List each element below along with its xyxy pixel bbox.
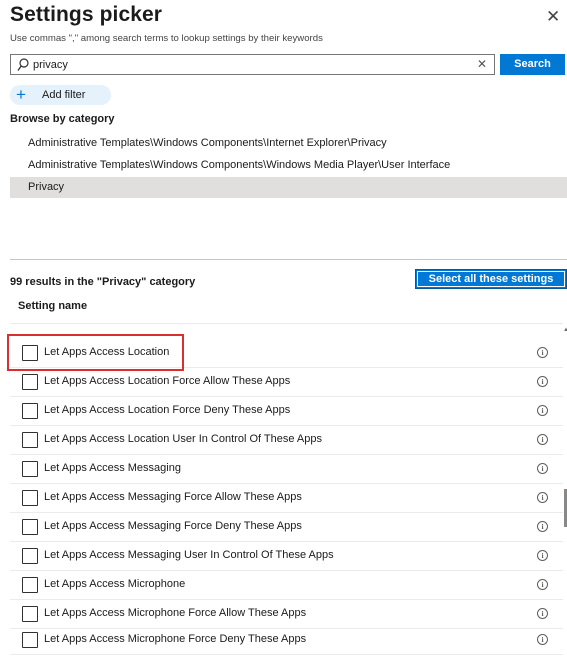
table-row: Let Apps Access Microphone Force Deny Th… bbox=[10, 626, 563, 655]
row-checkbox[interactable] bbox=[22, 461, 38, 477]
setting-name: Let Apps Access Location Force Deny Thes… bbox=[44, 404, 291, 416]
info-icon[interactable]: i bbox=[537, 463, 548, 474]
column-header-setting-name[interactable]: Setting name bbox=[18, 300, 87, 312]
setting-name: Let Apps Access Messaging User In Contro… bbox=[44, 549, 334, 561]
row-checkbox[interactable] bbox=[22, 548, 38, 564]
info-icon[interactable]: i bbox=[537, 405, 548, 416]
setting-name: Let Apps Access Location User In Control… bbox=[44, 433, 323, 445]
row-checkbox[interactable] bbox=[22, 403, 38, 419]
category-item[interactable]: Administrative Templates\Windows Compone… bbox=[10, 133, 567, 154]
setting-name: Let Apps Access Messaging Force Deny The… bbox=[44, 520, 302, 532]
highlight-callout bbox=[7, 334, 184, 371]
row-checkbox[interactable] bbox=[22, 606, 38, 622]
search-box[interactable]: ✕ bbox=[10, 54, 495, 75]
info-icon[interactable]: i bbox=[537, 579, 548, 590]
close-icon[interactable]: ✕ bbox=[546, 8, 560, 25]
category-item[interactable]: Administrative Templates\Windows Compone… bbox=[10, 155, 567, 176]
table-row: Let Apps Access Messaging Force Deny The… bbox=[10, 513, 563, 542]
setting-name: Let Apps Access Microphone Force Deny Th… bbox=[44, 633, 307, 645]
row-checkbox[interactable] bbox=[22, 432, 38, 448]
search-button[interactable]: Search bbox=[500, 54, 565, 75]
results-summary: 99 results in the "Privacy" category bbox=[10, 276, 196, 288]
setting-name: Let Apps Access Messaging bbox=[44, 462, 181, 474]
page-subtitle: Use commas "," among search terms to loo… bbox=[10, 33, 323, 44]
add-filter-button[interactable]: + Add filter bbox=[10, 85, 111, 105]
info-icon[interactable]: i bbox=[537, 521, 548, 532]
scrollbar[interactable]: ▲ bbox=[563, 323, 567, 656]
category-item-selected[interactable]: Privacy bbox=[10, 177, 567, 198]
row-checkbox[interactable] bbox=[22, 374, 38, 390]
setting-name: Let Apps Access Location Force Allow The… bbox=[44, 375, 291, 387]
info-icon[interactable]: i bbox=[537, 492, 548, 503]
info-icon[interactable]: i bbox=[537, 634, 548, 645]
search-icon bbox=[17, 58, 29, 71]
table-row: Let Apps Access Location Force Allow The… bbox=[10, 368, 563, 397]
add-filter-label: Add filter bbox=[42, 89, 86, 101]
info-icon[interactable]: i bbox=[537, 550, 548, 561]
table-row: Let Apps Access Microphone i bbox=[10, 571, 563, 600]
info-icon[interactable]: i bbox=[537, 608, 548, 619]
header-separator bbox=[10, 323, 563, 324]
row-checkbox[interactable] bbox=[22, 577, 38, 593]
clear-icon[interactable]: ✕ bbox=[477, 58, 487, 70]
table-row: Let Apps Access Location Force Deny Thes… bbox=[10, 397, 563, 426]
row-checkbox[interactable] bbox=[22, 490, 38, 506]
plus-icon: + bbox=[16, 85, 26, 104]
setting-name: Let Apps Access Messaging Force Allow Th… bbox=[44, 491, 302, 503]
row-checkbox[interactable] bbox=[22, 519, 38, 535]
search-input[interactable] bbox=[33, 56, 473, 73]
info-icon[interactable]: i bbox=[537, 434, 548, 445]
setting-name: Let Apps Access Microphone bbox=[44, 578, 186, 590]
table-row: Let Apps Access Microphone Force Allow T… bbox=[10, 600, 563, 629]
browse-heading: Browse by category bbox=[10, 113, 115, 125]
table-row: Let Apps Access Messaging i bbox=[10, 455, 563, 484]
divider bbox=[10, 259, 567, 260]
select-all-button[interactable]: Select all these settings bbox=[415, 269, 567, 289]
row-checkbox[interactable] bbox=[22, 632, 38, 648]
table-row: Let Apps Access Messaging User In Contro… bbox=[10, 542, 563, 571]
table-row: Let Apps Access Location User In Control… bbox=[10, 426, 563, 455]
info-icon[interactable]: i bbox=[537, 347, 548, 358]
setting-name: Let Apps Access Microphone Force Allow T… bbox=[44, 607, 307, 619]
scroll-up-icon[interactable]: ▲ bbox=[563, 327, 567, 333]
page-title: Settings picker bbox=[10, 3, 163, 26]
info-icon[interactable]: i bbox=[537, 376, 548, 387]
table-row: Let Apps Access Messaging Force Allow Th… bbox=[10, 484, 563, 513]
